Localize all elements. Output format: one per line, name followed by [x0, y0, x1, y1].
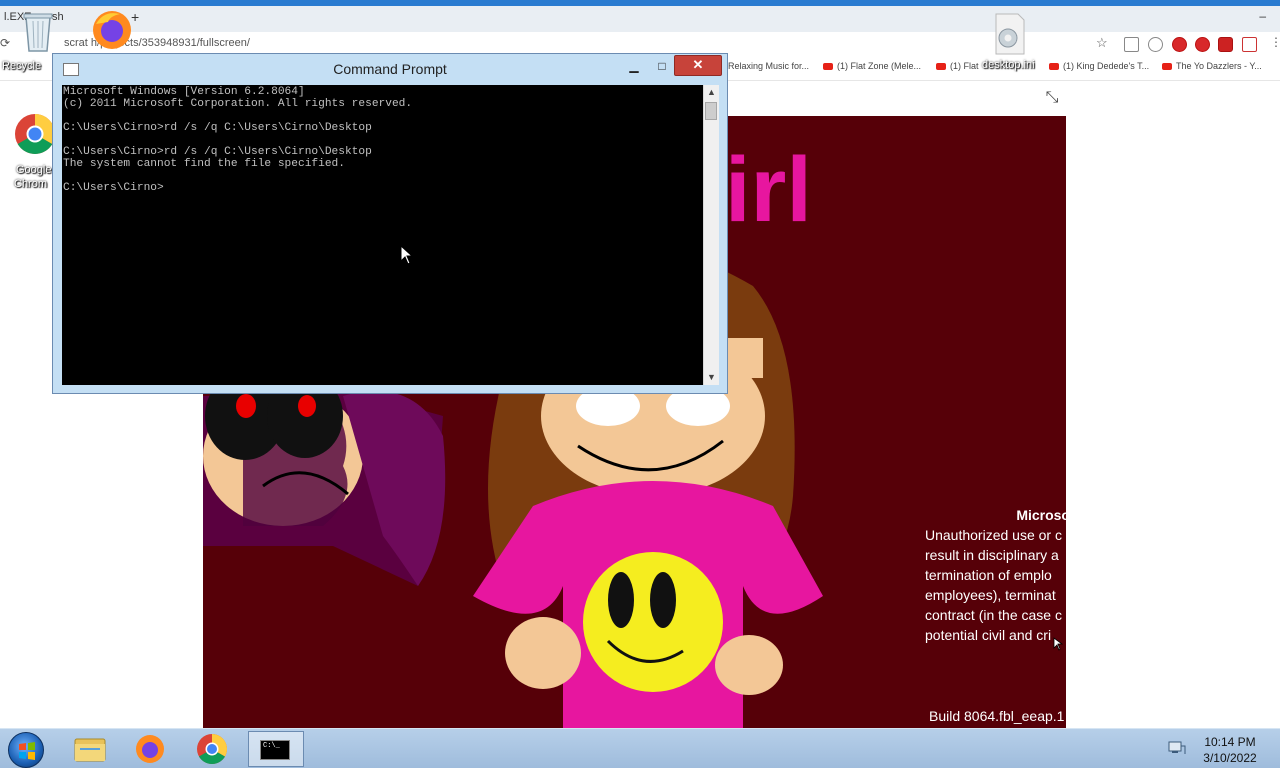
- chrome-icon: [197, 734, 228, 765]
- firefox-icon: [136, 735, 164, 763]
- cmd-window-title: Command Prompt: [333, 61, 447, 77]
- license-line: result in disciplinary a: [925, 547, 1059, 563]
- record-icon[interactable]: [1218, 37, 1233, 52]
- license-line: contract (in the case c: [925, 607, 1062, 623]
- cmd-scrollbar[interactable]: ▲ ▼: [703, 85, 719, 385]
- clock-date[interactable]: 3/10/2022: [1190, 751, 1270, 765]
- youtube-icon: [1162, 63, 1172, 71]
- scroll-thumb[interactable]: [705, 102, 717, 120]
- stage-title-text: irl: [725, 139, 812, 241]
- chrome-icon: [15, 114, 55, 154]
- command-prompt-window[interactable]: Command Prompt ▁ □ ✕ Microsoft Windows […: [52, 53, 728, 394]
- chrome-label: Google: [16, 164, 52, 176]
- license-line: potential civil and cri: [925, 627, 1052, 643]
- recycle-bin-label: Recycle: [2, 60, 42, 72]
- chrome-label-line2: Chrom: [14, 178, 48, 190]
- browser-tab-strip: [0, 6, 1280, 32]
- scroll-down-arrow-icon[interactable]: ▼: [704, 370, 719, 385]
- screenshot-icon[interactable]: [1242, 37, 1257, 52]
- reload-icon[interactable]: ⟳: [0, 36, 10, 50]
- block-icon[interactable]: [1148, 37, 1163, 52]
- bookmark-item[interactable]: Relaxing Music for...: [728, 61, 809, 71]
- taskbar-cmd-button[interactable]: C:\_: [248, 731, 304, 767]
- settings-file-icon: [995, 13, 1025, 55]
- recycle-bin-graphic: [23, 13, 53, 52]
- taskbar: C:\_ 10:14 PM 3/10/2022: [0, 728, 1280, 768]
- abp-icon[interactable]: [1172, 37, 1187, 52]
- youtube-icon: [936, 63, 946, 71]
- license-title: Microso: [1016, 507, 1070, 523]
- opera-icon[interactable]: [1195, 37, 1210, 52]
- desktop-ini-icon[interactable]: [990, 12, 1028, 56]
- cmd-console-output[interactable]: Microsoft Windows [Version 6.2.8064] (c)…: [62, 85, 703, 385]
- start-button[interactable]: [8, 732, 44, 768]
- youtube-icon: [1049, 63, 1059, 71]
- cmd-close-button[interactable]: ✕: [674, 55, 722, 76]
- bookmark-item[interactable]: (1) Flat Zone (Mele...: [823, 61, 921, 71]
- cmd-maximize-button[interactable]: □: [655, 57, 669, 75]
- clock-time[interactable]: 10:14 PM: [1190, 735, 1270, 749]
- mouse-cursor-icon: [400, 245, 414, 265]
- chrome-desktop-icon[interactable]: [14, 113, 56, 155]
- license-line: Unauthorized use or c: [925, 527, 1062, 543]
- desktop-ini-label: desktop.ini: [982, 59, 1035, 71]
- extension-icon[interactable]: [1124, 37, 1139, 52]
- cmd-titlebar[interactable]: Command Prompt ▁ □ ✕: [53, 54, 727, 84]
- taskbar-firefox-button[interactable]: [122, 731, 178, 767]
- build-watermark: Build 8064.fbl_eeap.1: [929, 708, 1065, 724]
- bookmark-item[interactable]: (1) King Dedede's T...: [1049, 61, 1149, 71]
- license-line: termination of emplo: [925, 567, 1052, 583]
- bookmark-star-icon[interactable]: ☆: [1096, 35, 1108, 51]
- license-notice: Microso Unauthorized use or c result in …: [925, 505, 1070, 645]
- cmd-minimize-button[interactable]: ▁: [627, 57, 641, 75]
- fullscreen-exit-icon[interactable]: ⤡: [1042, 88, 1062, 108]
- cmd-icon: C:\_: [260, 740, 290, 760]
- recycle-bin-icon[interactable]: [20, 9, 56, 53]
- menu-icon[interactable]: ⋮: [1270, 35, 1280, 49]
- folder-icon: [74, 738, 106, 762]
- youtube-icon: [823, 63, 833, 71]
- bookmark-item[interactable]: The Yo Dazzlers - Y...: [1162, 61, 1262, 71]
- bookmark-item[interactable]: (1) Flat: [936, 61, 979, 71]
- secondary-cursor-icon: [1053, 637, 1063, 651]
- scroll-up-arrow-icon[interactable]: ▲: [704, 85, 719, 100]
- browser-minimize-button[interactable]: –: [1259, 9, 1266, 23]
- firefox-desktop-icon[interactable]: [90, 8, 134, 52]
- taskbar-chrome-button[interactable]: [184, 731, 240, 767]
- firefox-icon: [93, 11, 131, 49]
- taskbar-explorer-button[interactable]: [62, 731, 118, 767]
- windows-logo-icon: [19, 742, 35, 760]
- network-icon[interactable]: [1168, 740, 1186, 755]
- license-line: employees), terminat: [925, 587, 1056, 603]
